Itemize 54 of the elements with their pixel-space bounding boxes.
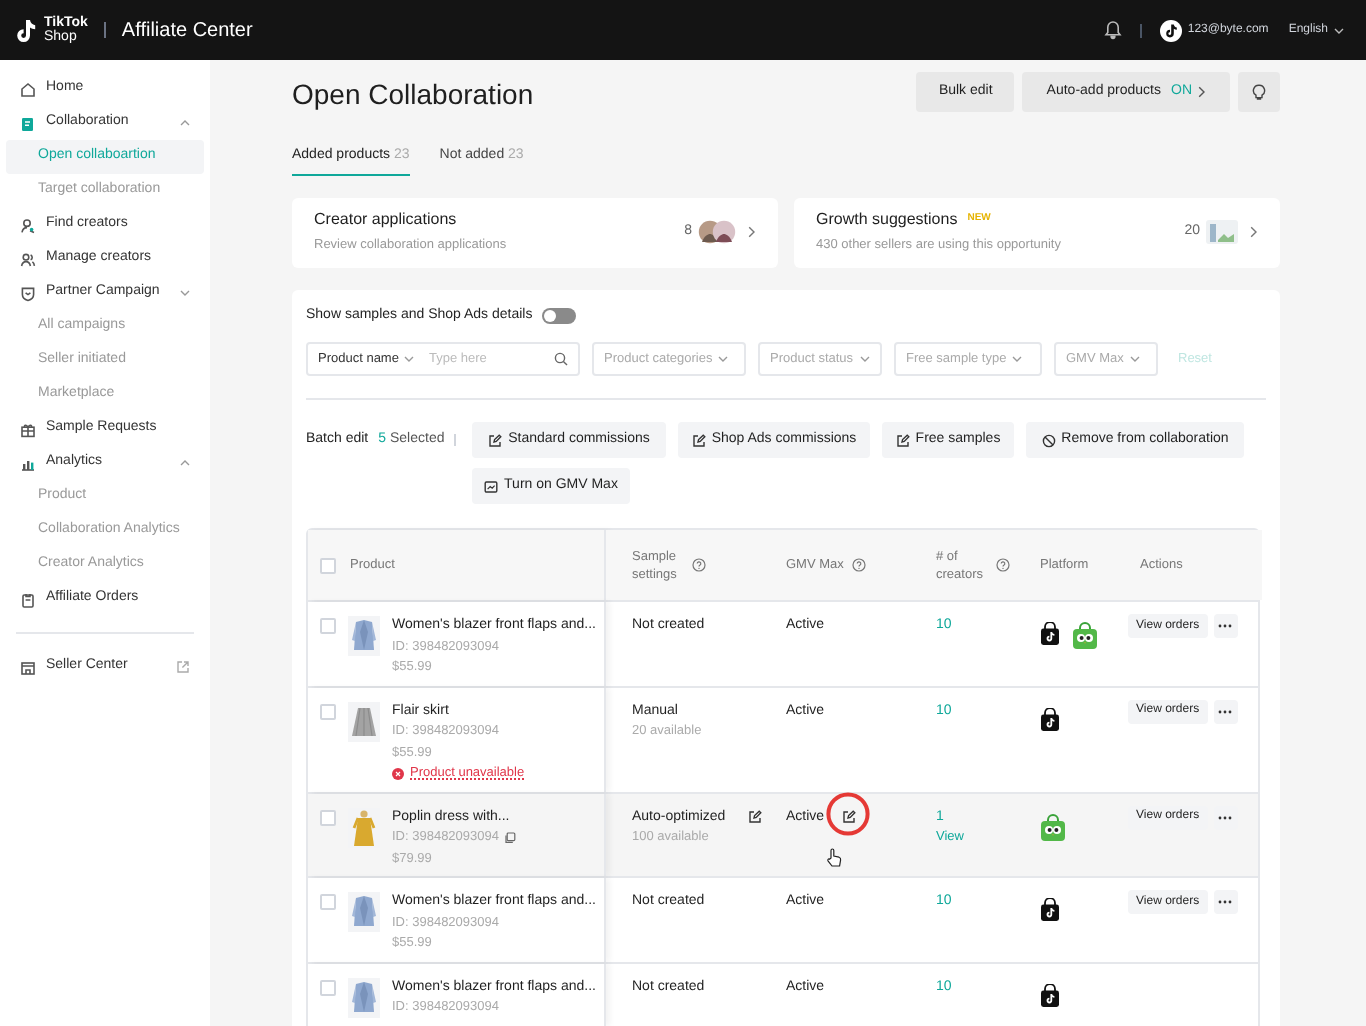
highlight-circle [826, 791, 870, 835]
edit-icon[interactable] [842, 810, 857, 825]
help-icon[interactable] [692, 558, 706, 572]
more-button[interactable] [1213, 890, 1238, 914]
bell-icon[interactable] [1103, 20, 1122, 40]
owl-bag-icon [1072, 622, 1098, 650]
tips-button[interactable] [1238, 72, 1280, 112]
cursor-icon [826, 847, 842, 867]
help-icon[interactable] [851, 558, 866, 572]
card-title: Creator applications [314, 208, 457, 233]
copy-icon[interactable] [503, 832, 515, 845]
edit-icon[interactable] [748, 810, 762, 825]
chevron-right-icon [1198, 86, 1206, 98]
help-icon[interactable] [996, 558, 1010, 572]
row-checkbox[interactable] [320, 979, 336, 995]
caret-icon [1129, 356, 1140, 362]
shopping-bag-icon [1040, 983, 1060, 1007]
external-link-icon [176, 660, 190, 674]
edit-icon [488, 433, 503, 447]
more-button[interactable] [1213, 614, 1238, 638]
lightbulb-icon [1252, 84, 1266, 100]
page-title: Open Collaboration [292, 76, 534, 114]
app-title: Affiliate Center [121, 17, 253, 45]
block-icon [1041, 433, 1056, 447]
card-title: Growth suggestions [816, 208, 958, 233]
chevron-down-icon[interactable] [180, 290, 190, 296]
edit-icon [691, 433, 706, 447]
chevron-up-icon[interactable] [180, 460, 190, 466]
caret-icon [718, 356, 729, 362]
shopping-bag-icon [1040, 707, 1060, 731]
details-toggle[interactable] [542, 307, 577, 324]
more-button[interactable] [1213, 699, 1238, 723]
caret-icon [404, 356, 415, 362]
chevron-up-icon[interactable] [180, 120, 190, 126]
row-checkbox[interactable] [320, 703, 336, 719]
logo-icon [14, 17, 38, 43]
chevron-right-icon [748, 226, 756, 238]
caret-icon [1012, 356, 1023, 362]
chevron-right-icon [1250, 226, 1258, 238]
chart-icon [484, 479, 499, 493]
row-checkbox[interactable] [320, 809, 336, 825]
row-checkbox[interactable] [320, 618, 336, 634]
search-icon [554, 352, 568, 366]
store-icon [20, 659, 36, 675]
shopping-bag-icon [1040, 622, 1060, 646]
caret-icon [859, 356, 870, 362]
error-icon [392, 768, 404, 781]
edit-icon [895, 433, 910, 447]
owl-bag-icon [1040, 813, 1066, 841]
avatar-icon[interactable] [1159, 19, 1182, 41]
row-checkbox[interactable] [320, 894, 336, 910]
select-all-checkbox[interactable] [320, 557, 336, 573]
caret-icon [1334, 27, 1344, 33]
shopping-bag-icon [1040, 898, 1060, 922]
